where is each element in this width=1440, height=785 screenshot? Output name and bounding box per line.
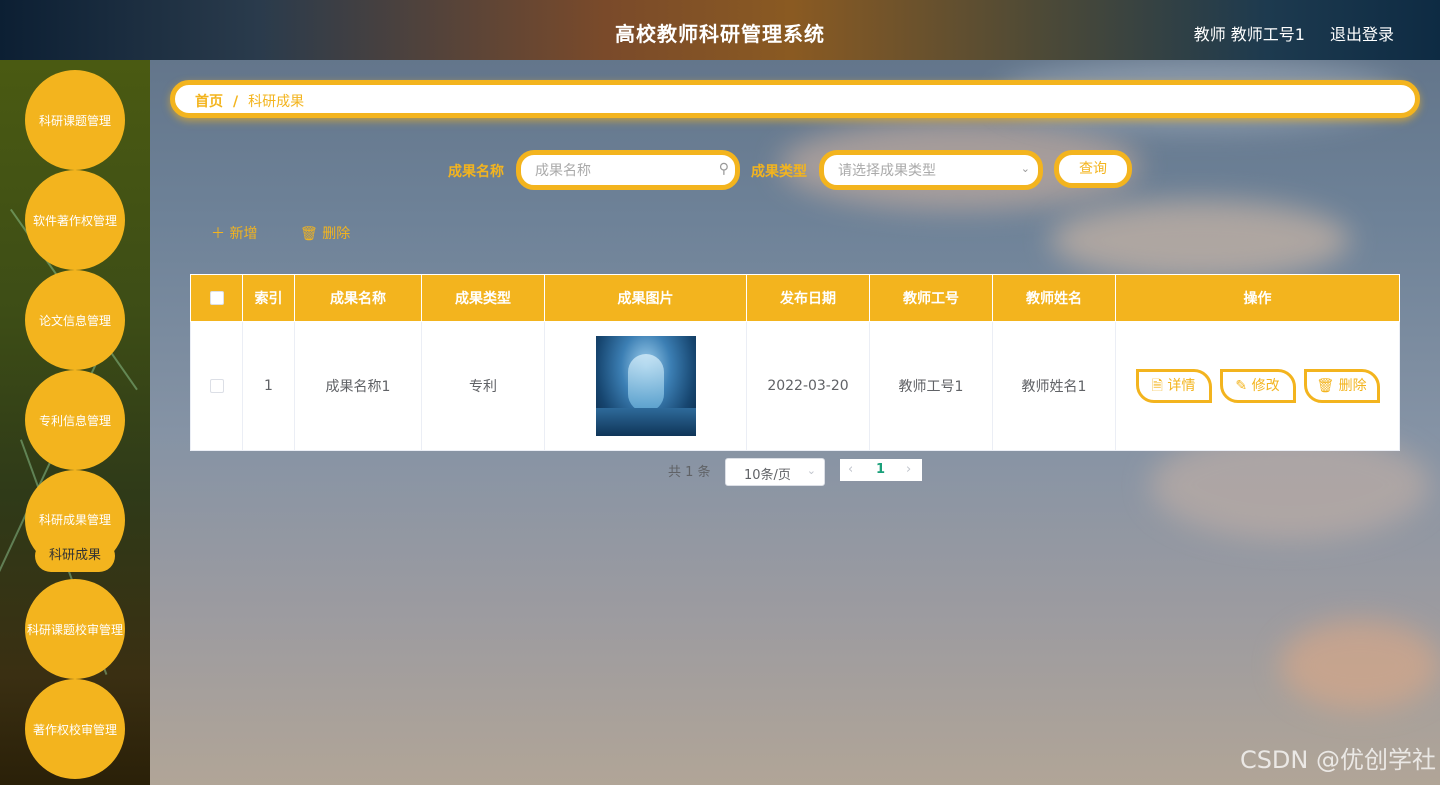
logout-link[interactable]: 退出登录 — [1330, 21, 1394, 45]
plus-icon: ＋ — [211, 226, 225, 242]
sidebar-item-software-copyright[interactable]: 软件著作权管理 — [25, 170, 125, 270]
name-search-placeholder: 成果名称 — [535, 163, 591, 179]
achievement-image[interactable] — [595, 336, 696, 436]
type-cell: 专利 — [421, 321, 545, 451]
image-dome-shape — [627, 354, 664, 412]
sidebar-item-copyright-review[interactable]: 著作权校审管理 — [25, 679, 125, 779]
table-row: 1 成果名称1 专利 2022-03-20 教师工号1 教师姓名1 🗎 详情 ✎ … — [190, 321, 1400, 451]
current-user: 教师 教师工号1 — [1193, 25, 1305, 44]
submenu-item-achievements[interactable]: 科研成果 — [35, 540, 115, 572]
column-header: 发布日期 — [746, 274, 870, 322]
column-header: 成果图片 — [544, 274, 747, 322]
breadcrumb-home[interactable]: 首页 — [195, 94, 223, 110]
name-search-input[interactable]: 成果名称 ⚲ — [516, 150, 740, 190]
actions-cell: 🗎 详情 ✎ 修改 🗑 删除 — [1115, 321, 1400, 451]
column-header: 成果名称 — [294, 274, 422, 322]
cloud-decoration — [1050, 200, 1350, 280]
delete-button[interactable]: 🗑 删除 — [1303, 369, 1380, 403]
sidebar-item-label: 科研课题校审管理 — [26, 622, 123, 637]
bulk-delete-button[interactable]: 🗑 删除 — [300, 223, 350, 243]
image-cell — [544, 321, 747, 451]
pagination-nav: ‹ 1 › — [840, 459, 922, 481]
index-cell: 1 — [242, 321, 295, 451]
sidebar-item-label: 专利信息管理 — [38, 413, 111, 428]
column-header: 教师工号 — [869, 274, 993, 322]
table-header-row: 索引 成果名称 成果类型 成果图片 发布日期 教师工号 教师姓名 操作 — [190, 274, 1400, 322]
type-select[interactable]: 请选择成果类型 ⌄ — [819, 150, 1043, 190]
achievements-table: 索引 成果名称 成果类型 成果图片 发布日期 教师工号 教师姓名 操作 1 成果… — [190, 274, 1400, 451]
sidebar-item-label: 著作权校审管理 — [32, 722, 117, 737]
trash-icon: 🗑 — [1316, 378, 1335, 394]
top-header: 高校教师科研管理系统 教师 教师工号1 退出登录 — [0, 0, 1440, 60]
teacher-id-cell: 教师工号1 — [869, 321, 993, 451]
delete-button-label: 删除 — [1338, 378, 1367, 394]
teacher-name-cell: 教师姓名1 — [992, 321, 1116, 451]
trash-icon: 🗑 — [300, 226, 318, 242]
chevron-down-icon: ⌄ — [1020, 162, 1030, 175]
document-icon: 🗎 — [1151, 378, 1163, 394]
page-size-select[interactable]: 10条/页 ⌄ — [725, 458, 825, 486]
sidebar-item-label: 论文信息管理 — [38, 313, 111, 328]
breadcrumb-current: 科研成果 — [248, 94, 305, 110]
detail-button-label: 详情 — [1167, 378, 1196, 394]
sidebar: 科研课题管理 软件著作权管理 论文信息管理 专利信息管理 科研成果管理 科研成果… — [0, 60, 150, 785]
row-checkbox[interactable] — [209, 379, 224, 393]
date-cell: 2022-03-20 — [746, 321, 870, 451]
bulk-delete-label: 删除 — [322, 226, 351, 242]
sidebar-item-label: 软件著作权管理 — [32, 213, 117, 228]
column-header: 索引 — [242, 274, 295, 322]
edit-button[interactable]: ✎ 修改 — [1219, 369, 1296, 403]
sidebar-item-label: 科研成果管理 — [38, 513, 111, 527]
add-button-label: 新增 — [229, 226, 258, 242]
pencil-icon: ✎ — [1235, 378, 1248, 394]
next-page-icon[interactable]: › — [906, 462, 911, 477]
sidebar-item-papers[interactable]: 论文信息管理 — [25, 270, 125, 370]
breadcrumb-separator: / — [233, 94, 239, 110]
sidebar-item-label: 科研课题管理 — [38, 113, 111, 128]
row-select-cell — [190, 321, 243, 451]
pagination-total: 共 1 条 — [668, 465, 711, 480]
add-button[interactable]: ＋ 新增 — [211, 223, 257, 243]
detail-button[interactable]: 🗎 详情 — [1135, 369, 1212, 403]
cloud-decoration — [1280, 620, 1440, 710]
type-select-placeholder: 请选择成果类型 — [838, 163, 936, 179]
search-icon: ⚲ — [718, 161, 729, 177]
watermark: CSDN @优创学社 — [1239, 746, 1436, 774]
prev-page-icon[interactable]: ‹ — [848, 462, 853, 477]
name-cell: 成果名称1 — [294, 321, 422, 451]
select-all-checkbox[interactable] — [209, 291, 224, 305]
edit-button-label: 修改 — [1251, 378, 1280, 394]
sidebar-item-research-topics[interactable]: 科研课题管理 — [25, 70, 125, 170]
sidebar-item-patents[interactable]: 专利信息管理 — [25, 370, 125, 470]
select-all-header — [190, 274, 243, 322]
column-header: 成果类型 — [421, 274, 545, 322]
column-header: 教师姓名 — [992, 274, 1116, 322]
page-number-current[interactable]: 1 — [876, 462, 885, 477]
page-size-value: 10条/页 — [744, 468, 791, 483]
chevron-down-icon: ⌄ — [806, 464, 816, 477]
type-filter-label: 成果类型 — [751, 164, 807, 180]
query-button[interactable]: 查询 — [1054, 150, 1132, 188]
image-floor-shape — [595, 408, 696, 436]
sidebar-item-topic-review[interactable]: 科研课题校审管理 — [25, 579, 125, 679]
column-header: 操作 — [1115, 274, 1400, 322]
name-filter-label: 成果名称 — [448, 164, 504, 180]
breadcrumb: 首页 / 科研成果 — [170, 80, 1420, 118]
